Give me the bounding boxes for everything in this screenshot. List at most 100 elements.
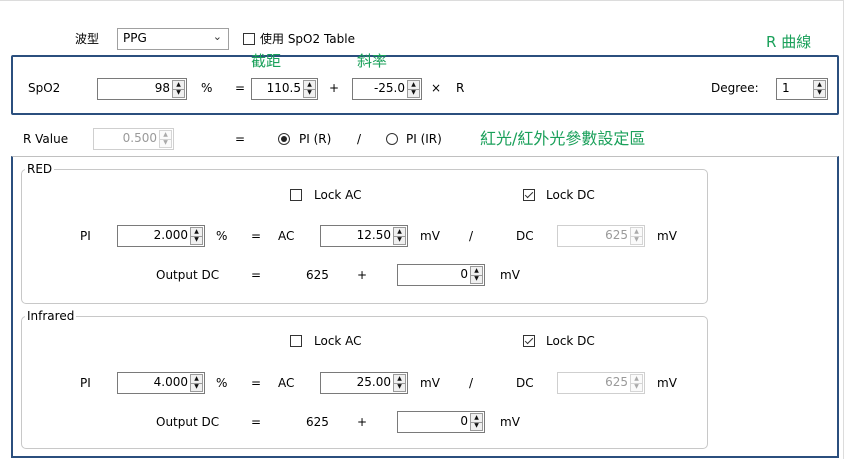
red-offset-value: 0 bbox=[460, 267, 468, 281]
red-dc-unit: mV bbox=[657, 229, 677, 243]
red-slash: / bbox=[469, 229, 474, 243]
ir-ac-unit: mV bbox=[420, 376, 440, 390]
ir-pi-spinbox[interactable]: 4.000 ▲ ▼ bbox=[117, 372, 205, 394]
intercept-annotation: 截距 bbox=[251, 52, 282, 70]
red-pi-spin-buttons[interactable]: ▲ ▼ bbox=[190, 227, 203, 245]
ir-ac-spin-buttons[interactable]: ▲ ▼ bbox=[393, 374, 406, 392]
slope-spinbox[interactable]: -25.0 ▲ ▼ bbox=[352, 78, 422, 100]
red-ac-spin-buttons[interactable]: ▲ ▼ bbox=[393, 227, 406, 245]
red-ac-label: AC bbox=[278, 229, 295, 243]
spin-down-icon[interactable]: ▼ bbox=[471, 275, 482, 283]
spin-down-icon[interactable]: ▼ bbox=[191, 383, 202, 391]
use-spo2-table-checkbox[interactable] bbox=[243, 33, 255, 45]
degree-value: 1 bbox=[782, 81, 790, 95]
ir-offset-spinbox[interactable]: 0 ▲ ▼ bbox=[397, 411, 485, 433]
waveform-selected-value: PPG bbox=[123, 31, 147, 45]
red-output-equals: = bbox=[251, 268, 262, 282]
ir-offset-spin-buttons[interactable]: ▲ ▼ bbox=[470, 413, 483, 431]
spin-down-icon[interactable]: ▼ bbox=[471, 422, 482, 430]
ir-output-dc-label: Output DC bbox=[156, 415, 220, 429]
spin-down-icon[interactable]: ▼ bbox=[173, 89, 184, 97]
formula-equals: = bbox=[235, 81, 246, 95]
ir-dc-value: 625 bbox=[605, 375, 628, 389]
degree-spin-buttons[interactable]: ▲ ▼ bbox=[813, 80, 826, 98]
pi-ir-radio[interactable] bbox=[386, 133, 398, 145]
slope-spin-buttons[interactable]: ▲ ▼ bbox=[407, 80, 420, 98]
r-value-spinbox: 0.500 ▲ ▼ bbox=[93, 128, 174, 150]
spo2-label: SpO2 bbox=[28, 81, 61, 95]
waveform-select[interactable]: PPG ⌄ bbox=[117, 28, 229, 50]
use-spo2-table-label: 使用 SpO2 Table bbox=[260, 32, 355, 46]
red-output-plus: + bbox=[357, 268, 368, 282]
ir-lock-ac-label: Lock AC bbox=[314, 334, 362, 348]
ir-equals: = bbox=[251, 376, 262, 390]
ir-lock-dc-label: Lock DC bbox=[546, 334, 595, 348]
pi-r-label: PI (R) bbox=[299, 132, 332, 146]
spin-down-icon[interactable]: ▼ bbox=[408, 89, 419, 97]
r-value-spin-buttons: ▲ ▼ bbox=[159, 130, 172, 148]
intercept-spinbox[interactable]: 110.5 ▲ ▼ bbox=[251, 78, 318, 100]
red-lock-dc-checkbox[interactable] bbox=[523, 189, 535, 201]
spin-down-icon: ▼ bbox=[634, 383, 639, 390]
ir-output-equals: = bbox=[251, 415, 262, 429]
spin-down-icon[interactable]: ▼ bbox=[814, 89, 825, 97]
ir-lock-ac-checkbox[interactable] bbox=[290, 335, 302, 347]
infrared-group-title: Infrared bbox=[25, 309, 77, 323]
spo2-percent: % bbox=[201, 81, 213, 95]
ir-output-dc-value: 625 bbox=[306, 415, 329, 429]
red-offset-unit: mV bbox=[500, 268, 520, 282]
ir-ac-label: AC bbox=[278, 376, 295, 390]
red-equals: = bbox=[251, 229, 262, 243]
formula-plus: + bbox=[329, 81, 340, 95]
pi-ir-label: PI (IR) bbox=[406, 132, 442, 146]
red-pi-spinbox[interactable]: 2.000 ▲ ▼ bbox=[117, 225, 205, 247]
slope-value: -25.0 bbox=[373, 81, 405, 95]
red-pi-value: 2.000 bbox=[153, 228, 188, 242]
ir-dc-unit: mV bbox=[657, 376, 677, 390]
formula-r: R bbox=[456, 81, 465, 95]
spin-down-icon: ▼ bbox=[163, 139, 168, 146]
spo2-value: 98 bbox=[154, 81, 170, 95]
ir-ac-spinbox[interactable]: 25.00 ▲ ▼ bbox=[320, 372, 408, 394]
ir-lock-dc-checkbox[interactable] bbox=[523, 335, 535, 347]
intercept-spin-buttons[interactable]: ▲ ▼ bbox=[303, 80, 316, 98]
red-ac-unit: mV bbox=[420, 229, 440, 243]
r-value-label: R Value bbox=[23, 132, 69, 146]
r-value-value: 0.500 bbox=[122, 131, 157, 145]
formula-times: × bbox=[431, 81, 442, 95]
spin-down-icon[interactable]: ▼ bbox=[394, 236, 405, 244]
red-output-dc-label: Output DC bbox=[156, 268, 220, 282]
red-dc-label: DC bbox=[516, 229, 534, 243]
intercept-value: 110.5 bbox=[266, 81, 301, 95]
red-lock-ac-label: Lock AC bbox=[314, 188, 362, 202]
degree-label: Degree: bbox=[711, 81, 759, 95]
r-curve-annotation: R 曲線 bbox=[766, 33, 812, 51]
red-dc-value: 625 bbox=[605, 228, 628, 242]
ir-dc-spinbox: 625 ▲ ▼ bbox=[557, 372, 645, 394]
spin-down-icon: ▼ bbox=[634, 236, 639, 243]
red-pi-label: PI bbox=[80, 229, 91, 243]
degree-spinbox[interactable]: 1 ▲ ▼ bbox=[776, 78, 828, 100]
spin-down-icon[interactable]: ▼ bbox=[191, 236, 202, 244]
spo2-spinbox[interactable]: 98 ▲ ▼ bbox=[97, 78, 187, 100]
red-group-title: RED bbox=[25, 162, 55, 176]
ir-slash: / bbox=[469, 376, 474, 390]
spo2-spin-buttons[interactable]: ▲ ▼ bbox=[172, 80, 185, 98]
red-offset-spin-buttons[interactable]: ▲ ▼ bbox=[470, 266, 483, 284]
red-lock-ac-checkbox[interactable] bbox=[290, 189, 302, 201]
ir-pi-percent: % bbox=[216, 376, 228, 390]
red-offset-spinbox[interactable]: 0 ▲ ▼ bbox=[397, 264, 485, 286]
spin-down-icon[interactable]: ▼ bbox=[394, 383, 405, 391]
ir-pi-spin-buttons[interactable]: ▲ ▼ bbox=[190, 374, 203, 392]
spin-down-icon[interactable]: ▼ bbox=[304, 89, 315, 97]
slope-annotation: 斜率 bbox=[357, 52, 388, 70]
r-value-equals: = bbox=[235, 132, 246, 146]
ir-offset-unit: mV bbox=[500, 415, 520, 429]
ir-ac-value: 25.00 bbox=[356, 375, 391, 389]
red-ac-spinbox[interactable]: 12.50 ▲ ▼ bbox=[320, 225, 408, 247]
ir-dc-spin-buttons: ▲ ▼ bbox=[630, 374, 643, 392]
ir-dc-label: DC bbox=[516, 376, 534, 390]
pi-r-radio[interactable] bbox=[278, 133, 290, 145]
ir-offset-value: 0 bbox=[460, 414, 468, 428]
r-value-slash: / bbox=[357, 132, 362, 146]
